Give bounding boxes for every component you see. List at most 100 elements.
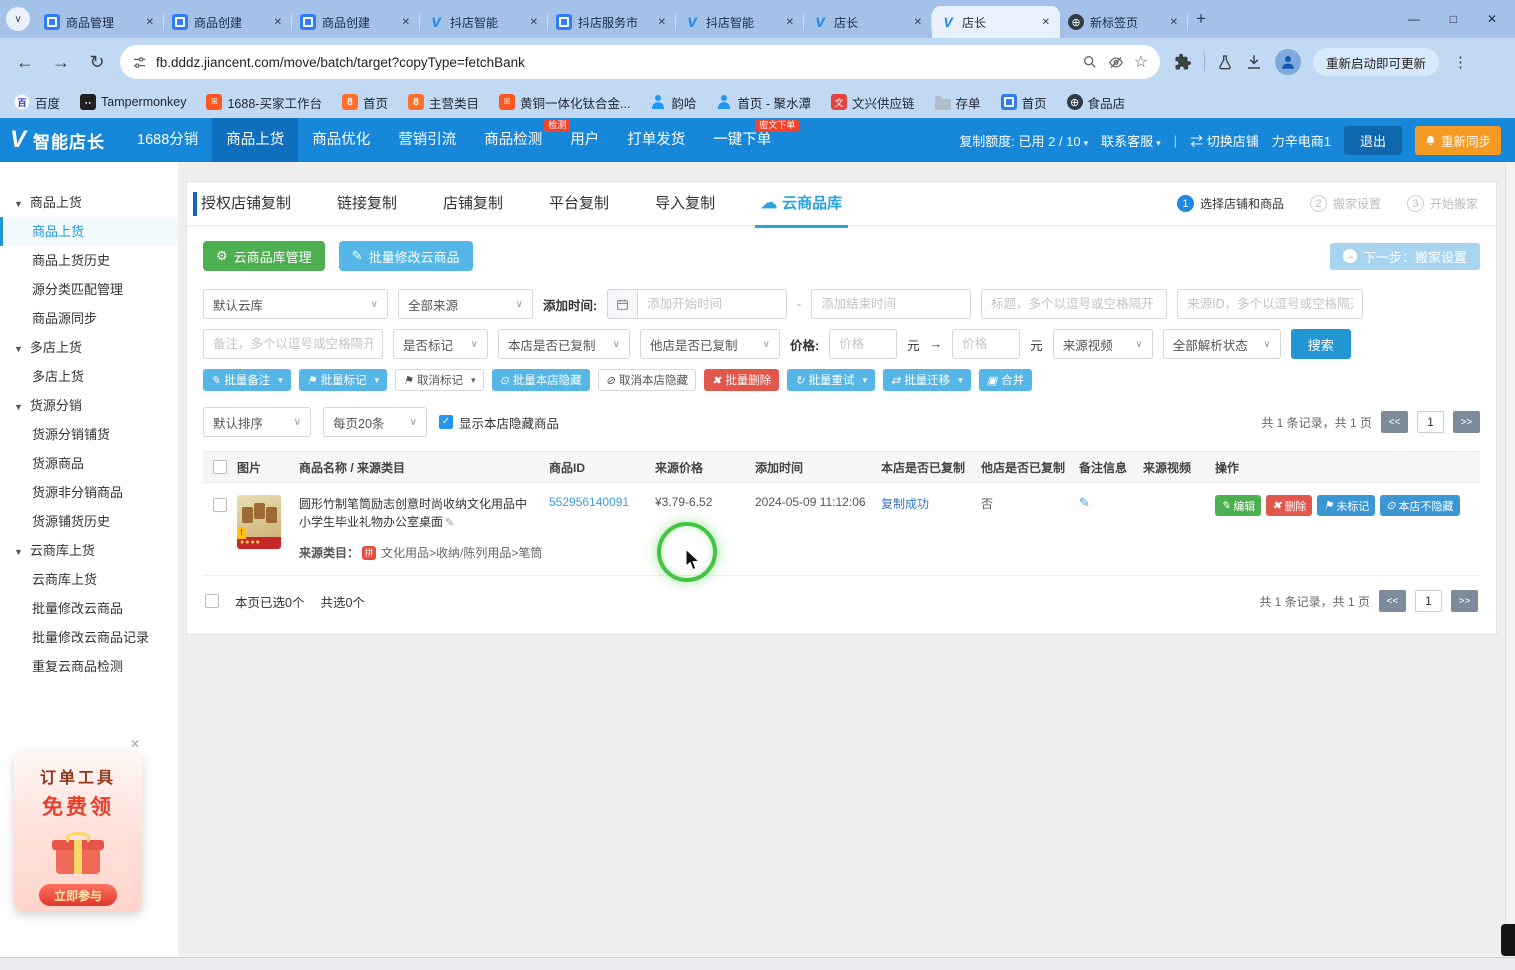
footer-select-all-checkbox[interactable] (205, 594, 219, 608)
zoom-icon[interactable] (1082, 54, 1098, 70)
pagination-page-button[interactable]: 1 (1417, 411, 1444, 433)
page-size-select[interactable]: 每页20条∨ (323, 407, 427, 437)
browser-tab[interactable]: 店长 ✕ (932, 6, 1060, 38)
copy-mode-tab[interactable]: 导入复制 (655, 181, 715, 226)
browser-menu-icon[interactable]: ⋮ (1451, 53, 1470, 71)
show-hidden-checkbox[interactable] (439, 415, 453, 429)
next-step-button[interactable]: → 下一步：搬家设置 (1330, 243, 1480, 270)
sidebar-item[interactable]: ▼重复云商品检测 (0, 652, 178, 681)
tab-close-icon[interactable]: ✕ (144, 15, 156, 30)
sidebar-item[interactable]: ▼货源非分销商品 (0, 478, 178, 507)
pagination-page-button[interactable]: 1 (1415, 590, 1442, 612)
sidebar-item[interactable]: ▼批量修改云商品 (0, 594, 178, 623)
cloud-bank-manage-button[interactable]: ⚙ 云商品库管理 (203, 241, 325, 271)
browser-tab[interactable]: 店长 ✕ (804, 6, 932, 38)
sidebar-item[interactable]: ▼货源铺货历史 (0, 507, 178, 536)
bookmark-item[interactable]: 首页 - 聚水潭 (716, 93, 811, 112)
copy-quota-dropdown[interactable]: 复制额度: 已用 2 / 10▾ (959, 131, 1088, 150)
calendar-icon[interactable] (608, 290, 638, 318)
mark-button[interactable]: 未标记 (1317, 495, 1375, 516)
batch-action-button[interactable]: 合并 (979, 369, 1032, 391)
pagination-next-button[interactable]: >> (1453, 411, 1480, 433)
browser-tab[interactable]: 商品管理 ✕ (36, 6, 164, 38)
edit-note-pencil-icon[interactable]: ✎ (1079, 495, 1143, 511)
app-nav-item[interactable]: 打单发货 (613, 118, 699, 162)
show-hidden-toggle[interactable]: 显示本店隐藏商品 (439, 413, 559, 432)
bookmark-item[interactable]: 韵哈 (650, 93, 696, 112)
back-icon[interactable]: ← (12, 52, 38, 73)
bookmark-item[interactable]: 食品店 (1067, 93, 1126, 112)
bookmark-item[interactable]: 1688-买家工作台 (206, 93, 321, 112)
source-video-select[interactable]: 来源视频∨ (1053, 329, 1153, 359)
pagination-prev-button[interactable]: << (1379, 590, 1406, 612)
sidebar-item[interactable]: ▼云商库上货 (0, 565, 178, 594)
start-time-input[interactable] (638, 290, 786, 318)
sidebar-item[interactable]: ▼多店上货 (0, 362, 178, 391)
bookmark-item[interactable]: 黄铜一体化钛合金... (499, 93, 630, 112)
tab-close-icon[interactable]: ✕ (656, 15, 668, 30)
site-info-icon[interactable] (132, 55, 147, 70)
promo-close-icon[interactable]: ✕ (130, 737, 140, 751)
product-title[interactable]: 圆形竹制笔筒励志创意时尚收纳文化用品中小学生毕业礼物办公室桌面✎ (299, 495, 549, 532)
contact-support-dropdown[interactable]: 联系客服▾ (1101, 131, 1161, 150)
sort-select[interactable]: 默认排序∨ (203, 407, 311, 437)
copy-mode-tab[interactable]: 店铺复制 (443, 181, 503, 226)
sidebar-item[interactable]: ▼货源分销铺货 (0, 420, 178, 449)
copy-mode-tab[interactable]: 链接复制 (337, 181, 397, 226)
sync-button[interactable]: 重新同步 (1415, 126, 1501, 155)
sidebar-item[interactable]: ▼商品上货历史 (0, 246, 178, 275)
profile-avatar[interactable] (1275, 49, 1301, 75)
mark-filter-select[interactable]: 是否标记∨ (393, 329, 488, 359)
browser-tab[interactable]: 商品创建 ✕ (292, 6, 420, 38)
batch-edit-cloud-products-button[interactable]: ✎ 批量修改云商品 (339, 241, 473, 271)
end-time-input[interactable] (811, 289, 971, 319)
app-nav-item[interactable]: 商品检测 检测 (470, 118, 556, 162)
logout-button[interactable]: 退出 (1344, 126, 1402, 155)
other-copied-select[interactable]: 他店是否已复制∨ (640, 329, 780, 359)
batch-action-button[interactable]: 批量迁移 (883, 369, 971, 391)
browser-tab[interactable]: 商品创建 ✕ (164, 6, 292, 38)
parse-status-select[interactable]: 全部解析状态∨ (1163, 329, 1281, 359)
select-all-checkbox[interactable] (213, 460, 227, 474)
pagination-prev-button[interactable]: << (1381, 411, 1408, 433)
sidebar-item[interactable]: ▼货源商品 (0, 449, 178, 478)
note-filter-input[interactable] (203, 329, 383, 359)
sidebar-item[interactable]: ▼批量修改云商品记录 (0, 623, 178, 652)
sidebar-item[interactable]: ▼货源分销 (0, 391, 178, 420)
product-id-link[interactable]: 552956140091 (549, 495, 655, 509)
app-nav-item[interactable]: 营销引流 (384, 118, 470, 162)
sidebar-item[interactable]: ▼商品上货 (0, 217, 178, 246)
tab-close-icon[interactable]: ✕ (1168, 15, 1180, 30)
sidebar-item[interactable]: ▼商品上货 (0, 188, 178, 217)
address-bar[interactable]: fb.dddz.jiancent.com/move/batch/target?c… (120, 45, 1160, 79)
source-select[interactable]: 全部来源∨ (398, 289, 533, 319)
tab-close-icon[interactable]: ✕ (272, 15, 284, 30)
edit-button[interactable]: 编辑 (1215, 495, 1261, 516)
app-nav-item[interactable]: 商品优化 (298, 118, 384, 162)
flask-icon[interactable] (1217, 53, 1233, 71)
minimize-icon[interactable]: — (1408, 12, 1420, 26)
app-nav-item[interactable]: 一键下单 密文下单 (699, 118, 785, 162)
tab-close-icon[interactable]: ✕ (1040, 15, 1052, 30)
maximize-icon[interactable]: □ (1450, 12, 1457, 26)
row-checkbox[interactable] (213, 498, 227, 512)
promo-join-button[interactable]: 立即参与 (39, 884, 117, 906)
browser-tab[interactable]: 抖店智能 ✕ (676, 6, 804, 38)
pagination-next-button[interactable]: >> (1451, 590, 1478, 612)
sidebar-item[interactable]: ▼云商库上货 (0, 536, 178, 565)
batch-action-button[interactable]: 批量备注 (203, 369, 291, 391)
browser-tab[interactable]: 抖店智能 ✕ (420, 6, 548, 38)
extensions-icon[interactable] (1174, 53, 1192, 71)
bookmark-item[interactable]: Tampermonkey (80, 94, 186, 110)
bookmark-item[interactable]: 文兴供应链 (831, 93, 915, 112)
tab-close-icon[interactable]: ✕ (528, 15, 540, 30)
copy-mode-tab[interactable]: 授权店铺复制 (201, 181, 291, 226)
switch-shop-button[interactable]: ⇄ 切换店铺 (1190, 131, 1259, 150)
price-max-input[interactable] (952, 329, 1020, 359)
app-nav-item[interactable]: 1688分销 (123, 118, 212, 162)
self-copied-select[interactable]: 本店是否已复制∨ (498, 329, 630, 359)
tab-close-icon[interactable]: ✕ (912, 15, 924, 30)
bookmark-item[interactable]: 首页 (1001, 93, 1047, 112)
cloud-bank-select[interactable]: 默认云库∨ (203, 289, 388, 319)
bookmark-item[interactable]: 存单 (935, 93, 981, 112)
